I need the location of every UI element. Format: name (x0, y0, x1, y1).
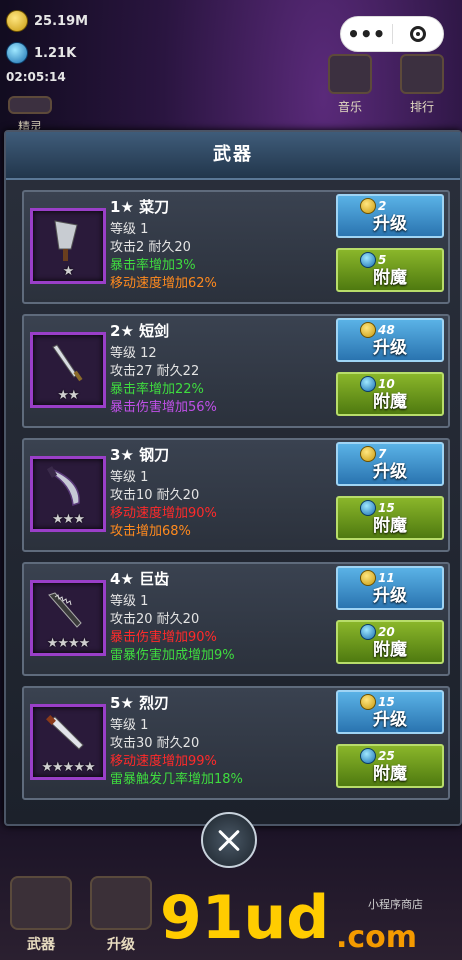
weapon-level: 等级 1 (110, 222, 149, 237)
enchant-label: 附魔 (373, 764, 407, 784)
gold-amount: 25.19M (34, 13, 89, 29)
weapon-level: 等级 1 (110, 718, 149, 733)
weapon-card: ★★★★ 4★ 巨齿 等级 1 攻击20 耐久20 暴击伤害增加90% 雷暴伤害… (22, 562, 450, 676)
enchant-button[interactable]: 25 附魔 (336, 744, 444, 788)
weapon-level: 等级 12 (110, 346, 157, 361)
weapon-bonus-1: 暴击率增加3% (110, 258, 196, 273)
upgrade-label: 升级 (373, 586, 407, 606)
weapon-slot[interactable]: ★★★★ (30, 580, 106, 656)
timer-text: 02:05:14 (6, 70, 66, 84)
weapon-bonus-2: 攻击增加68% (110, 524, 191, 539)
upgrade-label: 升级 (373, 214, 407, 234)
anvil-icon (10, 876, 72, 930)
yin-yang-icon (90, 876, 152, 930)
book-icon (400, 54, 444, 94)
more-menu-icon[interactable]: ••• (341, 24, 392, 44)
weapon-bonus-1: 移动速度增加90% (110, 506, 217, 521)
miniprogram-capsule: ••• (340, 16, 444, 52)
weapon-bonus-2: 雷暴伤害加成增加9% (110, 648, 235, 663)
upgrade-button[interactable]: 15 升级 (336, 690, 444, 734)
weapon-bonus-1: 暴击伤害增加90% (110, 630, 217, 645)
weapon-name: 5★ 烈刃 (110, 694, 170, 712)
music-button-label: 音乐 (337, 100, 362, 114)
flame-blade-icon (46, 715, 84, 750)
weapon-stars: ★★★ (52, 512, 85, 527)
weapon-name: 1★ 菜刀 (110, 198, 170, 216)
gold-coin-icon (6, 10, 28, 32)
serrated-sword-icon (48, 592, 82, 628)
music-note-icon (328, 54, 372, 94)
enchant-button[interactable]: 10 附魔 (336, 372, 444, 416)
weapon-stats: 攻击10 耐久20 (110, 488, 200, 503)
weapon-bonus-1: 暴击率增加22% (110, 382, 204, 397)
enchant-label: 附魔 (373, 516, 407, 536)
tab-upgrade[interactable]: 升级 (86, 876, 156, 954)
weapon-bonus-2: 移动速度增加62% (110, 276, 217, 291)
weapon-stats: 攻击27 耐久22 (110, 364, 200, 379)
cleaver-icon (54, 220, 78, 261)
watermark-suffix: .com (336, 920, 418, 955)
upgrade-button[interactable]: 7 升级 (336, 442, 444, 486)
upgrade-button[interactable]: 2 升级 (336, 194, 444, 238)
upgrade-label: 升级 (373, 710, 407, 730)
upgrade-button[interactable]: 48 升级 (336, 318, 444, 362)
enchant-button[interactable]: 20 附魔 (336, 620, 444, 664)
weapon-slot[interactable]: ★★★ (30, 456, 106, 532)
watermark-subtitle: 小程序商店 (368, 898, 423, 911)
steel-blade-icon (46, 466, 80, 507)
weapon-bonus-2: 雷暴触发几率增加18% (110, 772, 243, 787)
target-icon (409, 26, 426, 42)
weapon-level: 等级 1 (110, 470, 149, 485)
tab-weapons[interactable]: 武器 (6, 876, 76, 954)
timer: 02:05:14 (6, 70, 66, 84)
weapon-stars: ★★★★ (46, 636, 91, 651)
weapon-slot[interactable]: ★★★★★ (30, 704, 106, 780)
enchant-button[interactable]: 15 附魔 (336, 496, 444, 540)
enchant-label: 附魔 (373, 640, 407, 660)
close-miniprogram-button[interactable] (393, 26, 444, 42)
weapon-bonus-2: 暴击伤害增加56% (110, 400, 217, 415)
weapon-card: ★★ 2★ 短剑 等级 12 攻击27 耐久22 暴击率增加22% 暴击伤害增加… (22, 314, 450, 428)
gem-counter: 1.21K (6, 42, 76, 64)
ranking-button-label: 排行 (409, 100, 434, 114)
weapon-card: ★★★★★ 5★ 烈刃 等级 1 攻击30 耐久20 移动速度增加99% 雷暴触… (22, 686, 450, 800)
enchant-label: 附魔 (373, 392, 407, 412)
gold-counter: 25.19M (6, 10, 88, 32)
weapons-panel: 武器 ★ 1★ 菜刀 等级 1 攻击2 耐久20 暴击率增加3% 移动速度增加6… (4, 130, 462, 826)
watermark-logo: 91ud (160, 883, 330, 953)
weapon-name: 2★ 短剑 (110, 322, 170, 340)
weapon-slot[interactable]: ★★ (30, 332, 106, 408)
weapon-stars: ★★ (57, 388, 79, 403)
music-button[interactable]: 音乐 (326, 54, 374, 114)
upgrade-button[interactable]: 11 升级 (336, 566, 444, 610)
enchant-label: 附魔 (373, 268, 407, 288)
panel-title: 武器 (6, 132, 460, 180)
weapon-card: ★ 1★ 菜刀 等级 1 攻击2 耐久20 暴击率增加3% 移动速度增加62% … (22, 190, 450, 304)
weapon-stars: ★★★★★ (41, 760, 95, 775)
spirit-button[interactable]: 精灵 (6, 96, 54, 134)
weapon-stats: 攻击20 耐久20 (110, 612, 200, 627)
enchant-button[interactable]: 5 附魔 (336, 248, 444, 292)
tab-upgrade-label: 升级 (107, 937, 135, 953)
weapon-name: 4★ 巨齿 (110, 570, 170, 588)
upgrade-label: 升级 (373, 338, 407, 358)
weapon-card: ★★★ 3★ 钢刀 等级 1 攻击10 耐久20 移动速度增加90% 攻击增加6… (22, 438, 450, 552)
upgrade-label: 升级 (373, 462, 407, 482)
gem-amount: 1.21K (34, 45, 77, 61)
spirit-icon (8, 96, 52, 114)
gem-icon (6, 42, 28, 64)
weapon-name: 3★ 钢刀 (110, 446, 170, 464)
short-sword-icon (52, 344, 83, 382)
tab-weapons-label: 武器 (27, 937, 55, 953)
weapon-stats: 攻击2 耐久20 (110, 240, 191, 255)
weapon-bonus-1: 移动速度增加99% (110, 754, 217, 769)
weapon-stats: 攻击30 耐久20 (110, 736, 200, 751)
weapon-slot[interactable]: ★ (30, 208, 106, 284)
close-panel-button[interactable] (201, 812, 257, 868)
ranking-button[interactable]: 排行 (398, 54, 446, 114)
weapon-level: 等级 1 (110, 594, 149, 609)
weapon-stars: ★ (62, 264, 75, 279)
